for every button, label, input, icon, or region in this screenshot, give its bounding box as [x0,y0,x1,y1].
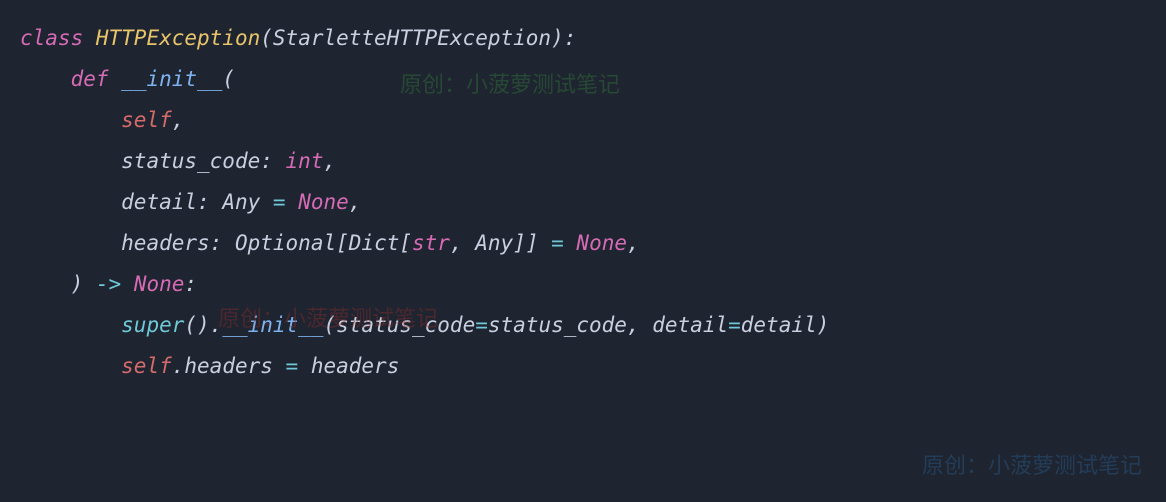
comma: , [172,108,185,132]
parens: () [184,313,209,337]
lbracket2: [ [399,231,412,255]
kw-def: def [71,67,109,91]
code-line-1: class HTTPException(StarletteHTTPExcepti… [20,18,1146,59]
comma: , [627,313,652,337]
arg-detail: detail [741,313,817,337]
dot: . [172,354,185,378]
type-optional: Optional [235,231,336,255]
type-str: str [412,231,450,255]
code-line-6: headers: Optional[Dict[str, Any]] = None… [20,223,1146,264]
val-none: None [298,190,349,214]
code-line-9: self.headers = headers [20,346,1146,387]
param-headers: headers [121,231,210,255]
comma: , [627,231,640,255]
code-line-2: def __init__( [20,59,1146,100]
classname: HTTPException [96,26,260,50]
comma: , [349,190,362,214]
fn-init: __init__ [121,67,222,91]
lparen: ( [323,313,336,337]
dunder-init: __init__ [222,313,323,337]
type-int: int [286,149,324,173]
kw-class: class [20,26,83,50]
rparen-colon: ): [551,26,576,50]
param-self: self [121,108,172,132]
type-dict: Dict [349,231,400,255]
lparen: ( [260,26,273,50]
colon: : [210,231,235,255]
rbrackets: ]] [513,231,538,255]
rparen: ) [817,313,830,337]
kwarg-detail: detail [652,313,728,337]
colon: : [184,272,197,296]
lbracket: [ [336,231,349,255]
dot: . [210,313,223,337]
self: self [121,354,172,378]
super-call: super [121,313,184,337]
eq: = [260,190,298,214]
type-any: Any [222,190,260,214]
val-headers: headers [311,354,400,378]
code-line-5: detail: Any = None, [20,182,1146,223]
ret-none: None [134,272,185,296]
eq: = [728,313,741,337]
param-detail: detail [121,190,197,214]
eq: = [475,313,488,337]
attr-headers: headers [184,354,273,378]
colon: : [197,190,222,214]
type-any2: Any [475,231,513,255]
comma: , [323,149,336,173]
arg-status-code: status_code [488,313,627,337]
rparen: ) [71,272,84,296]
arrow: -> [83,272,134,296]
base-class: StarletteHTTPException [273,26,551,50]
val-none: None [576,231,627,255]
code-line-3: self, [20,100,1146,141]
code-block: class HTTPException(StarletteHTTPExcepti… [20,18,1146,386]
code-line-8: super().__init__(status_code=status_code… [20,305,1146,346]
colon: : [260,149,285,173]
param-status-code: status_code [121,149,260,173]
comma-inner: , [450,231,475,255]
code-line-4: status_code: int, [20,141,1146,182]
kwarg-status-code: status_code [336,313,475,337]
watermark-3: 原创：小菠萝测试笔记 [922,445,1142,488]
eq: = [538,231,576,255]
code-line-7: ) -> None: [20,264,1146,305]
eq: = [273,354,311,378]
lparen: ( [222,67,235,91]
